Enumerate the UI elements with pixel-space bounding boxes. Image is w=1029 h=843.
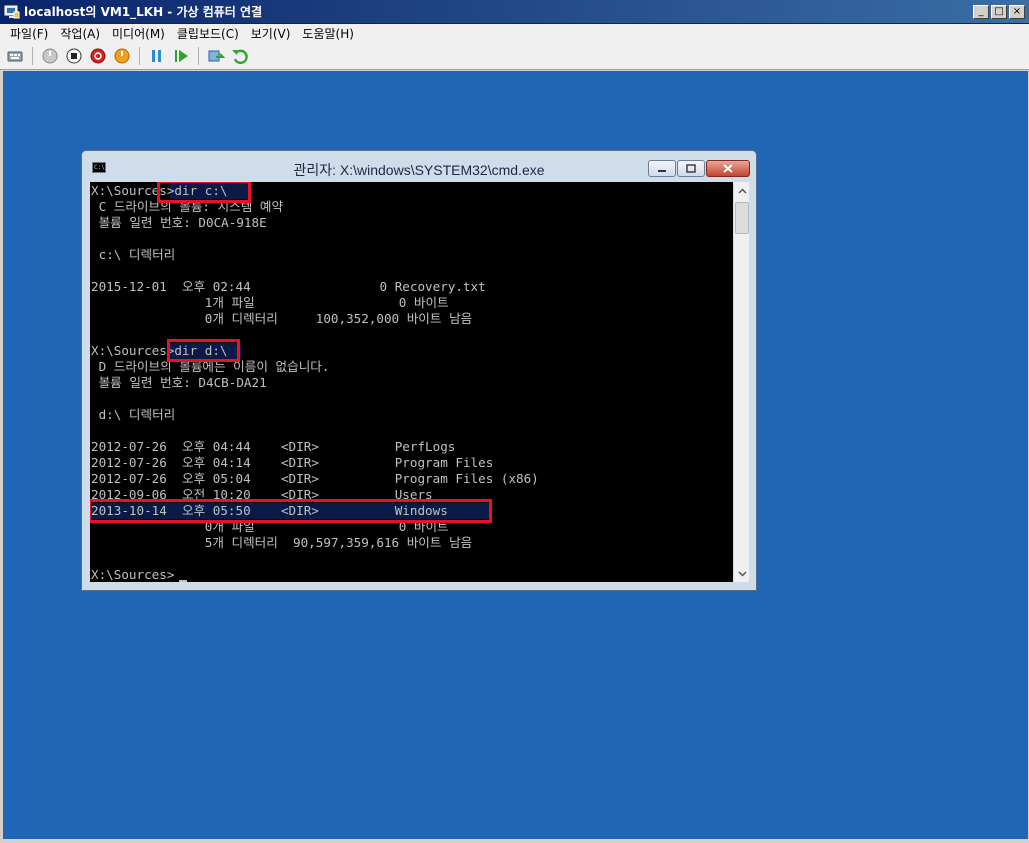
scroll-up-arrow-icon[interactable] — [734, 182, 750, 199]
annotation-box-dir-d — [167, 339, 240, 362]
vm-window-title-bar[interactable]: localhost의 VM1_LKH - 가상 컴퓨터 연결 _ □ × — [0, 0, 1029, 24]
cmd-close-button[interactable] — [706, 160, 750, 177]
console-line: 2012-07-26 오후 04:14 <DIR> Program Files — [91, 455, 494, 470]
ctrl-alt-del-icon[interactable] — [4, 45, 26, 67]
maximize-button[interactable]: □ — [991, 5, 1007, 19]
toolbar-separator — [198, 47, 199, 65]
console-line: 2012-07-26 오후 04:44 <DIR> PerfLogs — [91, 439, 456, 454]
pause-icon[interactable] — [146, 45, 168, 67]
snapshot-icon[interactable] — [205, 45, 227, 67]
console-line: d:\ 디렉터리 — [91, 407, 176, 422]
toolbar-separator — [32, 47, 33, 65]
vm-connection-icon — [4, 4, 20, 20]
window-controls: _ □ × — [973, 5, 1025, 19]
start-icon[interactable] — [39, 45, 61, 67]
toolbar-separator — [139, 47, 140, 65]
console-line: 볼륨 일련 번호: D0CA-918E — [91, 215, 267, 230]
console-prompt[interactable]: X:\Sources> — [91, 567, 174, 582]
annotation-box-dir-c — [157, 182, 251, 203]
annotation-box-windows-row — [90, 499, 492, 523]
turn-off-icon[interactable] — [63, 45, 85, 67]
cmd-title-bar[interactable]: C:\ 관리자: X:\windows\SYSTEM32\cmd.exe — [82, 151, 756, 183]
toolbar — [0, 43, 1029, 70]
cmd-window-controls — [648, 160, 750, 177]
console-line: 볼륨 일련 번호: D4CB-DA21 — [91, 375, 267, 390]
close-button[interactable]: × — [1009, 5, 1025, 19]
console-scrollbar[interactable] — [733, 182, 749, 582]
text-cursor — [179, 580, 187, 582]
menu-media[interactable]: 미디어(M) — [106, 25, 171, 42]
minimize-button[interactable]: _ — [973, 5, 989, 19]
console-line: 5개 디렉터리 90,597,359,616 바이트 남음 — [91, 535, 473, 550]
console-line: 0개 디렉터리 100,352,000 바이트 남음 — [91, 311, 473, 326]
menu-bar: 파일(F) 작업(A) 미디어(M) 클립보드(C) 보기(V) 도움말(H) — [0, 24, 1029, 43]
window-title: localhost의 VM1_LKH - 가상 컴퓨터 연결 — [24, 5, 263, 19]
revert-icon[interactable] — [229, 45, 251, 67]
console-line: 1개 파일 0 바이트 — [91, 295, 449, 310]
console-output[interactable]: X:\Sources>dir c:\ C 드라이브의 볼륨: 시스템 예약 볼륨… — [90, 182, 733, 582]
console-line: 2015-12-01 오후 02:44 0 Recovery.txt — [91, 279, 486, 294]
menu-help[interactable]: 도움말(H) — [296, 25, 360, 42]
cmd-maximize-button[interactable] — [677, 160, 705, 177]
power-icon[interactable] — [111, 45, 133, 67]
console-line: c:\ 디렉터리 — [91, 247, 176, 262]
menu-clipboard[interactable]: 클립보드(C) — [171, 25, 245, 42]
menu-file[interactable]: 파일(F) — [4, 25, 54, 42]
cmd-window[interactable]: C:\ 관리자: X:\windows\SYSTEM32\cmd.exe X:\… — [81, 150, 757, 591]
menu-view[interactable]: 보기(V) — [245, 25, 297, 42]
scrollbar-thumb[interactable] — [735, 202, 749, 234]
resume-icon[interactable] — [170, 45, 192, 67]
console-line: 2012-07-26 오후 05:04 <DIR> Program Files … — [91, 471, 539, 486]
scroll-down-arrow-icon[interactable] — [734, 565, 750, 582]
menu-action[interactable]: 작업(A) — [54, 25, 106, 42]
cmd-minimize-button[interactable] — [648, 160, 676, 177]
shut-down-icon[interactable] — [87, 45, 109, 67]
